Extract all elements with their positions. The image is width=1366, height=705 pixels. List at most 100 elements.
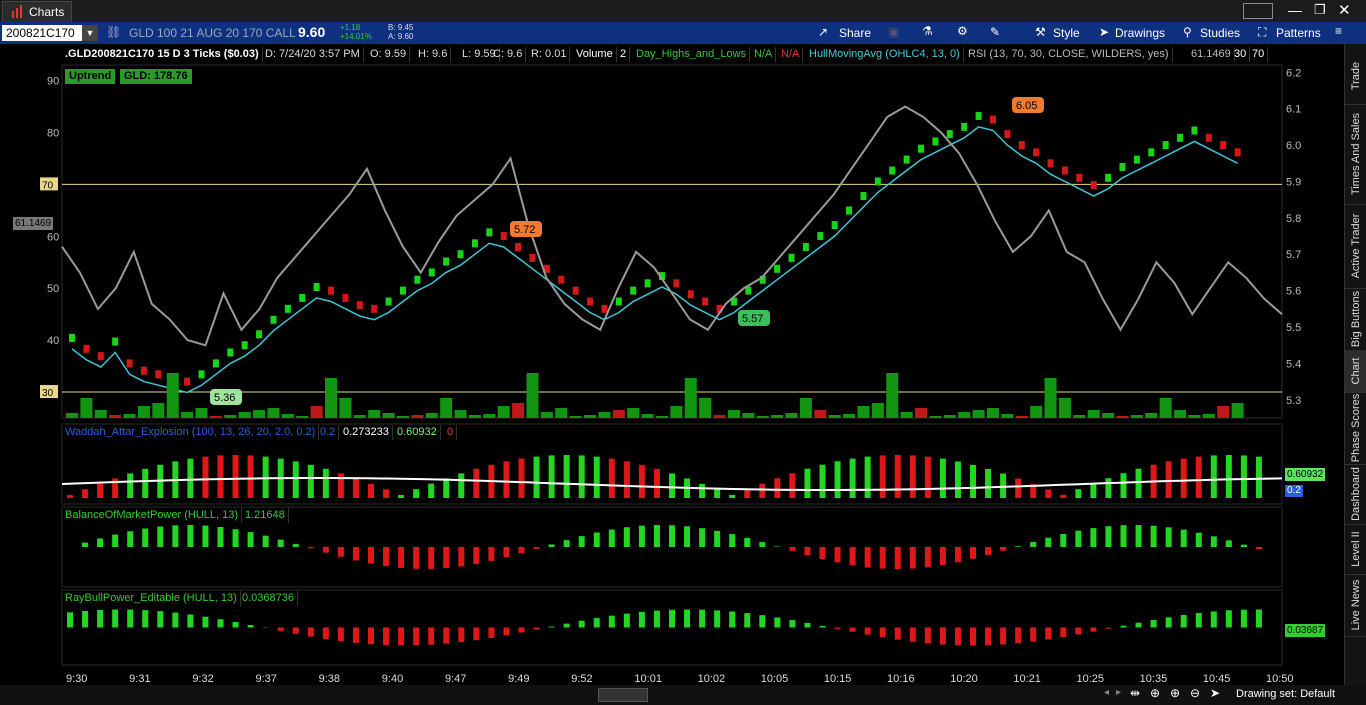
close-icon[interactable]: ✕ xyxy=(1338,1,1351,19)
right-tab-active-trader[interactable]: Active Trader xyxy=(1345,204,1366,289)
symbol-dropdown-icon[interactable]: ▼ xyxy=(82,25,98,41)
rsi-value-tag: 61.1469 xyxy=(13,217,54,230)
raybull-bar xyxy=(337,627,344,642)
volume-bar xyxy=(425,413,438,418)
bop-bar xyxy=(1210,536,1217,547)
volume-bar xyxy=(1116,416,1129,418)
volume-bar xyxy=(512,403,525,418)
expand-icon[interactable]: ⇹ xyxy=(1130,686,1140,700)
price-tick-label: 6.1 xyxy=(1286,104,1301,116)
patterns-button[interactable]: Patterns xyxy=(1276,26,1321,40)
price-bar xyxy=(673,279,680,288)
drawing-set-label[interactable]: Drawing set: Default xyxy=(1236,688,1335,700)
raybull-bar xyxy=(533,627,540,630)
scroll-left-icon[interactable]: ◂ xyxy=(1104,687,1109,698)
right-sidebar: Trade Times And Sales Active Trader Big But… xyxy=(1344,44,1366,685)
bop-bar xyxy=(262,535,269,547)
volume-bar xyxy=(799,398,812,418)
studies-button[interactable]: Studies xyxy=(1200,26,1240,40)
waddah-bar xyxy=(232,455,239,498)
volume-bar xyxy=(152,403,165,418)
volume-bar xyxy=(454,410,467,418)
bop-bar xyxy=(1195,532,1202,547)
volume-bar xyxy=(1102,413,1115,418)
flask-icon[interactable]: ⚗ xyxy=(922,24,933,38)
share-icon: ↗ xyxy=(818,25,829,39)
price-bar xyxy=(385,297,392,306)
right-tab-times-and-sales[interactable]: Times And Sales xyxy=(1345,104,1366,205)
price-tick-label: 5.7 xyxy=(1286,249,1301,261)
price-bar xyxy=(558,275,565,284)
bop-bar xyxy=(548,544,555,547)
patterns-icon: ⛶ xyxy=(1258,25,1267,39)
bop-bar xyxy=(247,532,254,547)
price-bar xyxy=(601,304,608,313)
chart-toolbar: 200821C170 ▼ ⛓ GLD 100 21 AUG 20 170 CAL… xyxy=(0,22,1366,44)
bop-bar xyxy=(292,543,299,547)
price-label-text: 5.36 xyxy=(214,392,235,404)
bop-bar xyxy=(82,542,89,547)
raybull-bar xyxy=(488,627,495,638)
price-chart[interactable]: 5.3 5.4 5.5 5.6 5.7 5.8 5.9 6.0 6.1 6.2 30 40 50 60 70… xyxy=(0,44,1344,685)
price-tick-label: 5.3 xyxy=(1286,395,1301,407)
price-bar xyxy=(1234,148,1241,157)
raybull-bar xyxy=(699,609,706,628)
price-bar xyxy=(802,242,809,251)
raybull-bar xyxy=(1045,627,1052,640)
volume-bar xyxy=(497,406,510,418)
waddah-bar xyxy=(473,468,480,498)
volume-bar xyxy=(915,408,928,418)
price-bar xyxy=(140,366,147,375)
price-bar xyxy=(328,286,335,295)
pencil-icon[interactable]: ✎ xyxy=(990,25,1000,39)
waddah-bar xyxy=(1075,489,1082,498)
raybull-bar xyxy=(1000,627,1007,645)
bop-bar xyxy=(593,532,600,547)
bop-bar xyxy=(458,547,465,567)
bop-bar xyxy=(819,547,826,559)
right-tab-live-news[interactable]: Live News xyxy=(1345,574,1366,637)
minimize-icon[interactable]: — xyxy=(1288,2,1302,18)
zoom-in-icon[interactable]: ⊕ xyxy=(1170,686,1180,700)
volume-bar xyxy=(857,406,870,418)
symbol-input[interactable]: 200821C170 ▼ xyxy=(2,25,98,41)
style-button[interactable]: Style xyxy=(1053,26,1080,40)
right-tab-label: Big Buttons xyxy=(1350,290,1362,348)
price-bar xyxy=(1047,159,1054,168)
raybull-bar xyxy=(1090,627,1097,632)
share-button[interactable]: Share xyxy=(839,26,871,40)
right-tab-dashboard[interactable]: Dashboard xyxy=(1345,464,1366,525)
window-layout-icon[interactable] xyxy=(1243,3,1273,19)
drawings-button[interactable]: Drawings xyxy=(1115,26,1165,40)
volume-bar xyxy=(1231,403,1244,418)
time-axis-label: 10:45 xyxy=(1203,673,1231,685)
right-tab-phase-scores[interactable]: Phase Scores xyxy=(1345,392,1366,465)
grid-layout-icon[interactable]: ▣ xyxy=(888,25,899,39)
waddah-bar xyxy=(985,468,992,498)
crosshair-icon[interactable]: ⊕ xyxy=(1150,686,1160,700)
right-tab-big-buttons[interactable]: Big Buttons xyxy=(1345,288,1366,351)
volume-bar xyxy=(569,416,582,418)
waddah-bar xyxy=(1180,458,1187,498)
right-tab-chart[interactable]: Chart xyxy=(1345,350,1366,393)
settings-gear-icon[interactable]: ⚙ xyxy=(957,24,968,38)
bop-bar xyxy=(1090,528,1097,547)
link-icon[interactable]: ⛓ xyxy=(106,25,121,39)
waddah-bar xyxy=(202,456,209,498)
charts-tab-label: Charts xyxy=(29,5,65,19)
right-tab-trade[interactable]: Trade xyxy=(1345,48,1366,105)
right-tab-level-ii[interactable]: Level II xyxy=(1345,524,1366,575)
bop-bar xyxy=(638,525,645,547)
scroll-right-icon[interactable]: ▸ xyxy=(1116,687,1121,698)
time-axis-label: 9:37 xyxy=(255,673,276,685)
horizontal-scrollbar-thumb[interactable] xyxy=(598,688,648,702)
raybull-bar xyxy=(653,610,660,628)
charts-tab[interactable]: Charts xyxy=(2,1,72,23)
maximize-icon[interactable]: ❐ xyxy=(1314,2,1326,18)
volume-bar xyxy=(1130,415,1143,418)
zoom-out-icon[interactable]: ⊖ xyxy=(1190,686,1200,700)
toolbar-menu-icon[interactable]: ≡ xyxy=(1335,24,1342,38)
waddah-bar xyxy=(834,461,841,498)
price-bar xyxy=(932,137,939,146)
pointer-icon[interactable]: ➤ xyxy=(1210,686,1220,700)
